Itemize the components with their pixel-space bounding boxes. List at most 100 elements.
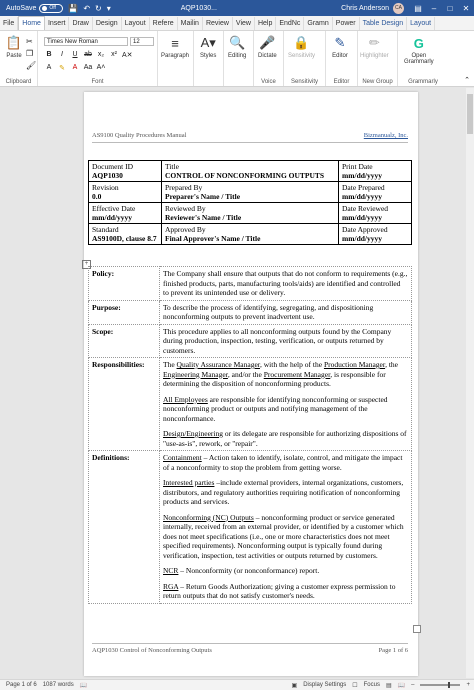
editing-label: Editing — [228, 53, 247, 59]
paste-button[interactable]: 📋 Paste — [6, 35, 22, 59]
format-painter-icon[interactable]: 🖌 — [26, 61, 36, 70]
resp-role: Procurement Manager — [263, 369, 331, 379]
vertical-scrollbar[interactable] — [466, 88, 474, 678]
copy-icon[interactable]: ❐ — [26, 49, 33, 58]
customize-quick-access-icon[interactable]: ▾ — [107, 4, 111, 13]
cut-icon[interactable]: ✂ — [26, 37, 33, 46]
header-right[interactable]: Bizmanualz, Inc. — [364, 132, 408, 139]
sensitivity-button[interactable]: 🔒 Sensitivity — [288, 35, 315, 59]
paste-icon: 📋 — [5, 35, 23, 50]
underline-icon[interactable]: U — [70, 51, 80, 59]
clear-format-icon[interactable]: A✕ — [122, 51, 133, 59]
tab-table-design[interactable]: Table Design — [360, 17, 408, 30]
tab-power[interactable]: Power — [333, 17, 360, 30]
tab-mailings[interactable]: Mailin — [178, 17, 203, 30]
scrollbar-thumb[interactable] — [467, 94, 473, 134]
prepared-by-value: Preparer's Name / Title — [165, 192, 241, 201]
print-date-label: Print Date — [342, 162, 373, 171]
tab-table-layout[interactable]: Layout — [407, 17, 436, 30]
page-footer: AQP1030 Control of Nonconforming Outputs… — [92, 647, 408, 654]
responsibility-item: The Quality Assurance Manager, with the … — [163, 360, 408, 389]
table-resize-handle[interactable] — [413, 625, 421, 633]
avatar[interactable]: CA — [393, 2, 404, 14]
change-case-icon[interactable]: Aa — [83, 64, 93, 72]
tab-home[interactable]: Home — [18, 16, 45, 30]
ribbon-display-icon[interactable]: ▤ — [410, 4, 426, 13]
tab-layout[interactable]: Layout — [122, 17, 150, 30]
responsibilities-text[interactable]: The Quality Assurance Manager, with the … — [159, 357, 412, 451]
redo-icon[interactable]: ↻ — [95, 4, 102, 13]
save-icon[interactable]: 💾 — [68, 4, 78, 13]
strikethrough-icon[interactable]: ab — [83, 51, 93, 59]
definition-item: Interested parties –include external pro… — [163, 478, 408, 507]
ribbon: 📋 Paste ✂ ❐ 🖌 Clipboard Times New Roman … — [0, 31, 474, 87]
open-grammarly-button[interactable]: G Open Grammarly — [404, 35, 434, 66]
read-mode-icon[interactable]: 📖 — [398, 682, 405, 689]
document-name[interactable]: AQP1030... — [181, 5, 217, 12]
proofing-icon[interactable]: 📖 — [80, 682, 87, 689]
document-info-table: Document ID AQP1030 Title CONTROL OF NONCO… — [88, 160, 412, 245]
font-color-icon[interactable]: A — [70, 64, 80, 72]
tab-insert[interactable]: Insert — [45, 17, 70, 30]
highlighter-icon: ✏ — [368, 35, 380, 50]
undo-icon[interactable]: ↶ — [83, 4, 90, 13]
maximize-icon[interactable]: □ — [442, 4, 458, 13]
resp-role: Design/Engineering — [163, 429, 223, 438]
prepared-by-label: Prepared By — [165, 183, 203, 192]
resp-text: , the — [385, 360, 399, 369]
purpose-text[interactable]: To describe the process of identifying, … — [159, 299, 412, 325]
highlight-icon[interactable]: ✎ — [57, 64, 67, 72]
close-icon[interactable]: ✕ — [458, 4, 474, 13]
page-count[interactable]: Page 1 of 6 — [6, 682, 37, 688]
scope-text[interactable]: This procedure applies to all nonconform… — [159, 323, 412, 358]
editor-button[interactable]: ✎ Editor — [332, 35, 348, 59]
text-effects-icon[interactable]: A — [44, 64, 54, 72]
word-count[interactable]: 1087 words — [43, 682, 74, 688]
user-name[interactable]: Chris Anderson — [341, 5, 389, 12]
superscript-icon[interactable]: x² — [109, 51, 119, 59]
focus-button[interactable]: Focus — [364, 682, 380, 688]
approved-by-value: Final Approver's Name / Title — [165, 234, 261, 243]
editor-icon: ✎ — [334, 35, 346, 50]
paragraph-button[interactable]: ≡ Paragraph — [161, 35, 189, 60]
resp-text: , and/or the — [227, 369, 264, 379]
zoom-in-icon[interactable]: + — [466, 682, 470, 688]
tab-help[interactable]: Help — [255, 17, 277, 30]
editing-button[interactable]: 🔍 Editing — [228, 35, 246, 59]
autosave-toggle[interactable]: Off — [39, 3, 64, 13]
collapse-ribbon-icon[interactable]: ⌃ — [464, 76, 470, 84]
zoom-out-icon[interactable]: – — [411, 682, 414, 688]
date-approved-label: Date Approved — [342, 225, 388, 234]
date-approved-value: mm/dd/yyyy — [342, 234, 383, 243]
definition-item: RGA – Return Goods Authorization; giving… — [163, 582, 408, 601]
print-layout-icon[interactable]: ▤ — [386, 682, 392, 689]
tab-review[interactable]: Review — [203, 17, 233, 30]
bold-icon[interactable]: B — [44, 51, 54, 59]
minimize-icon[interactable]: – — [426, 4, 442, 13]
definitions-text[interactable]: Containment – Action taken to identify, … — [159, 450, 412, 604]
tab-design[interactable]: Design — [93, 17, 122, 30]
font-size-select[interactable]: 12 — [130, 37, 154, 46]
zoom-slider[interactable] — [420, 682, 461, 688]
tab-view[interactable]: View — [233, 17, 255, 30]
resp-role: All Employees — [163, 394, 208, 404]
tab-file[interactable]: File — [0, 17, 19, 30]
display-settings-button[interactable]: Display Settings — [303, 682, 346, 688]
tab-endnote[interactable]: EndNc — [276, 17, 305, 30]
tab-draw[interactable]: Draw — [69, 17, 93, 30]
dictate-button[interactable]: 🎤 Dictate — [258, 35, 277, 59]
subscript-icon[interactable]: x₂ — [96, 51, 106, 59]
tab-grammarly[interactable]: Gramn — [304, 17, 333, 30]
italic-icon[interactable]: I — [57, 51, 67, 59]
styles-button[interactable]: A▾ Styles — [200, 35, 216, 59]
new-group: ✏ Highlighter New Group — [358, 31, 398, 86]
document-page[interactable]: AS9100 Quality Procedures Manual Bizmanu… — [82, 92, 421, 676]
grow-font-icon[interactable]: A˄ — [96, 64, 106, 72]
standard-label: Standard — [92, 225, 119, 234]
policy-text[interactable]: The Company shall ensure that outputs th… — [159, 266, 412, 301]
highlighter-button[interactable]: ✏ Highlighter — [360, 35, 389, 59]
styles-group: A▾ Styles — [194, 31, 224, 86]
font-name-select[interactable]: Times New Roman — [44, 37, 128, 46]
resp-role: Quality Assurance Manager — [176, 360, 260, 369]
tab-references[interactable]: Refere — [150, 17, 178, 30]
